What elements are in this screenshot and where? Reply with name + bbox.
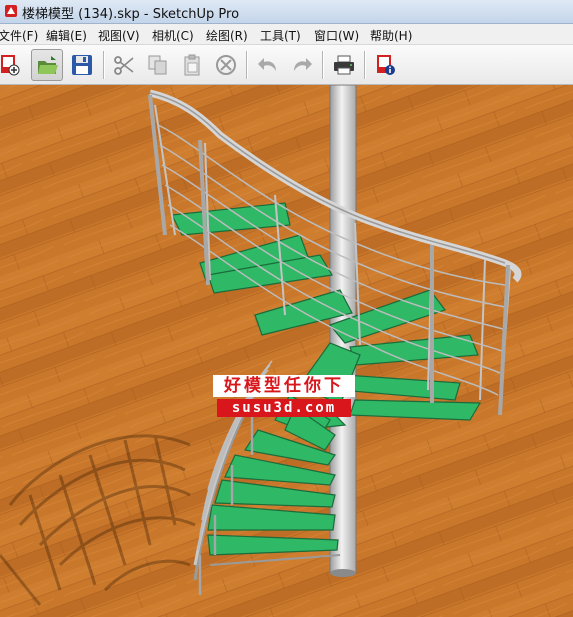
new-button[interactable] bbox=[0, 49, 26, 81]
menu-help[interactable]: 帮助(H) bbox=[370, 27, 412, 44]
toolbar-separator bbox=[246, 51, 247, 79]
toolbar-separator bbox=[364, 51, 365, 79]
erase-button[interactable] bbox=[210, 49, 242, 81]
pole-base bbox=[330, 569, 356, 577]
menu-draw[interactable]: 绘图(R) bbox=[206, 27, 248, 44]
redo-button[interactable] bbox=[286, 49, 318, 81]
copy-icon bbox=[148, 55, 167, 75]
toolbar-separator bbox=[322, 51, 323, 79]
open-button[interactable] bbox=[31, 49, 63, 81]
print-icon bbox=[334, 55, 354, 75]
watermark-url: susu3d.com bbox=[217, 399, 351, 417]
model-info-button[interactable] bbox=[370, 49, 402, 81]
sketchup-app-icon bbox=[5, 5, 17, 17]
cut-icon bbox=[114, 56, 134, 75]
paste-button[interactable] bbox=[176, 49, 208, 81]
menu-bar: 文件(F) 编辑(E) 视图(V) 相机(C) 绘图(R) 工具(T) 窗口(W… bbox=[0, 24, 573, 45]
erase-icon bbox=[216, 55, 236, 75]
menu-edit[interactable]: 编辑(E) bbox=[46, 27, 87, 44]
copy-button[interactable] bbox=[142, 49, 174, 81]
title-bar: 楼梯模型 (134).skp - SketchUp Pro bbox=[0, 0, 573, 24]
undo-button[interactable] bbox=[252, 49, 284, 81]
save-button[interactable] bbox=[66, 49, 98, 81]
menu-view[interactable]: 视图(V) bbox=[98, 27, 140, 44]
print-button[interactable] bbox=[328, 49, 360, 81]
new-icon bbox=[1, 55, 20, 76]
window-title: 楼梯模型 (134).skp - SketchUp Pro bbox=[22, 7, 240, 22]
watermark-slogan: 好模型任你下 bbox=[213, 375, 355, 397]
menu-window[interactable]: 窗口(W) bbox=[314, 27, 359, 44]
model-viewport[interactable]: 好模型任你下 susu3d.com bbox=[0, 85, 573, 617]
paste-icon bbox=[184, 54, 200, 76]
model-info-icon bbox=[377, 55, 395, 75]
wood-floor bbox=[0, 85, 573, 617]
menu-file[interactable]: 文件(F) bbox=[0, 27, 38, 44]
undo-icon bbox=[258, 58, 276, 71]
toolbar-separator bbox=[103, 51, 104, 79]
menu-tools[interactable]: 工具(T) bbox=[260, 27, 301, 44]
standard-toolbar bbox=[0, 45, 573, 85]
save-icon bbox=[72, 55, 92, 75]
redo-icon bbox=[294, 58, 312, 71]
staircase-scene bbox=[0, 85, 573, 617]
menu-camera[interactable]: 相机(C) bbox=[152, 27, 194, 44]
cut-button[interactable] bbox=[108, 49, 140, 81]
open-icon bbox=[38, 56, 58, 74]
